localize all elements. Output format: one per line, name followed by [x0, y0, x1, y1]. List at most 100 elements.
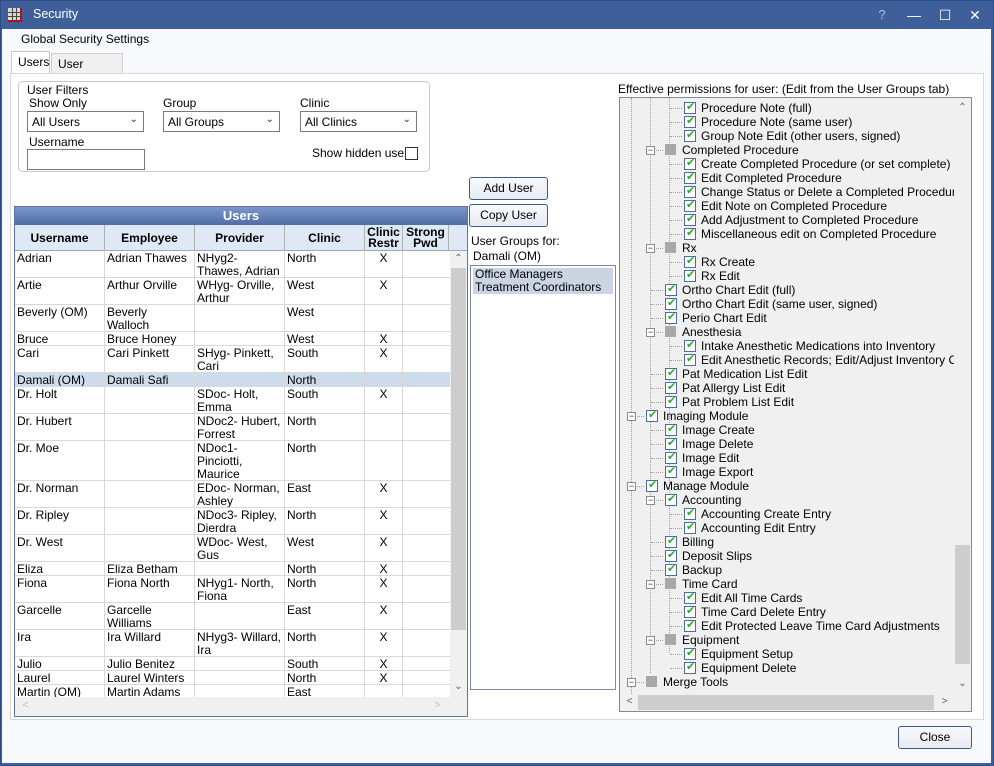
tab-users[interactable]: Users: [11, 51, 50, 73]
checked-checkbox-icon[interactable]: ✔: [665, 311, 677, 324]
user-row[interactable]: Dr. Ripley NDoc3- Ripley, Dierdra North X: [15, 508, 451, 535]
checked-checkbox-icon[interactable]: ✔: [665, 297, 677, 310]
maximize-button[interactable]: ☐: [929, 1, 961, 29]
user-row[interactable]: Martin (OM) Martin Adams East: [15, 685, 451, 697]
scroll-right-icon[interactable]: >: [936, 696, 953, 707]
user-row[interactable]: Ira Ira Willard NHyg3- Willard, Ira North X: [15, 630, 451, 657]
checked-checkbox-icon[interactable]: ✔: [684, 227, 696, 240]
checked-checkbox-icon[interactable]: ✔: [684, 115, 696, 128]
checked-checkbox-icon[interactable]: ✔: [684, 213, 696, 226]
collapse-icon[interactable]: −: [646, 146, 655, 155]
checked-checkbox-icon[interactable]: ✔: [684, 199, 696, 212]
user-row[interactable]: Beverly (OM) Beverly Walloch West: [15, 305, 451, 332]
user-row[interactable]: Dr. Norman EDoc- Norman, Ashley East X: [15, 481, 451, 508]
menu-global-security-settings[interactable]: Global Security Settings: [21, 32, 149, 46]
user-row[interactable]: Eliza Eliza Betham North X: [15, 562, 451, 576]
collapse-icon[interactable]: −: [627, 678, 636, 687]
permission-node[interactable]: ✔ Equipment Setup: [620, 647, 954, 661]
permission-node[interactable]: ✔ Edit Protected Leave Time Card Adjustme…: [620, 619, 954, 633]
checked-checkbox-icon[interactable]: ✔: [665, 549, 677, 562]
clinic-dropdown[interactable]: All Clinics ⌄: [300, 111, 417, 132]
permission-node[interactable]: ✔ Image Create: [620, 423, 954, 437]
checked-checkbox-icon[interactable]: ✔: [684, 605, 696, 618]
group-dropdown[interactable]: All Groups ⌄: [163, 111, 280, 132]
user-row[interactable]: Dr. Holt SDoc- Holt, Emma South X: [15, 387, 451, 414]
permission-node[interactable]: ✔ Edit All Time Cards: [620, 591, 954, 605]
checked-checkbox-icon[interactable]: ✔: [684, 339, 696, 352]
copy-user-button[interactable]: Copy User: [469, 204, 548, 227]
permission-node[interactable]: − ✔ Manage Module: [620, 479, 954, 493]
permission-node[interactable]: − ✔ Accounting: [620, 493, 954, 507]
indeterminate-checkbox-icon[interactable]: [665, 326, 676, 337]
checked-checkbox-icon[interactable]: ✔: [646, 409, 658, 422]
permission-node[interactable]: ✔ Procedure Note (full): [620, 101, 954, 115]
permission-node[interactable]: ✔ Time Card Delete Entry: [620, 605, 954, 619]
collapse-icon[interactable]: −: [646, 636, 655, 645]
user-row[interactable]: Garcelle Garcelle Williams East X: [15, 603, 451, 630]
column-header-employee[interactable]: Employee: [105, 225, 195, 251]
column-header-strong-pwd[interactable]: Strong Pwd: [403, 225, 449, 251]
scroll-left-icon[interactable]: <: [17, 700, 34, 711]
users-grid-vertical-scrollbar[interactable]: ⌃ ⌄: [450, 251, 467, 697]
permission-node[interactable]: ✔ Change Status or Delete a Completed Pro…: [620, 185, 954, 199]
permission-node[interactable]: ✔ Backup: [620, 563, 954, 577]
permissions-tree-hscroll-thumb[interactable]: [638, 695, 934, 710]
permissions-tree-horizontal-scrollbar[interactable]: < >: [620, 694, 971, 711]
user-row[interactable]: Dr. Moe NDoc1- Pinciotti, Maurice North: [15, 441, 451, 481]
user-row[interactable]: Bruce Bruce Honey West X: [15, 332, 451, 346]
checked-checkbox-icon[interactable]: ✔: [684, 353, 696, 366]
user-row[interactable]: Cari Cari Pinkett SHyg- Pinkett, Cari South…: [15, 346, 451, 373]
users-grid-scroll-thumb[interactable]: [451, 268, 466, 630]
user-row[interactable]: Laurel Laurel Winters North X: [15, 671, 451, 685]
permissions-tree-vertical-scrollbar[interactable]: ⌃ ⌄: [954, 98, 971, 694]
permission-node[interactable]: ✔ Ortho Chart Edit (full): [620, 283, 954, 297]
column-header-clinic-restr[interactable]: Clinic Restr: [365, 225, 403, 251]
permission-node[interactable]: ✔ Edit Completed Procedure: [620, 171, 954, 185]
user-row[interactable]: Fiona Fiona North NHyg1- North, Fiona North…: [15, 576, 451, 603]
checked-checkbox-icon[interactable]: ✔: [684, 255, 696, 268]
checked-checkbox-icon[interactable]: ✔: [684, 157, 696, 170]
permission-node[interactable]: ✔ Accounting Edit Entry: [620, 521, 954, 535]
user-row[interactable]: Julio Julio Benitez South X: [15, 657, 451, 671]
checked-checkbox-icon[interactable]: ✔: [665, 381, 677, 394]
permission-node[interactable]: ✔ Create Completed Procedure (or set comp…: [620, 157, 954, 171]
checked-checkbox-icon[interactable]: ✔: [665, 395, 677, 408]
checked-checkbox-icon[interactable]: ✔: [684, 591, 696, 604]
permissions-tree[interactable]: ✔ Procedure Note (full) ✔ Procedure Note (s…: [619, 97, 972, 712]
checked-checkbox-icon[interactable]: ✔: [665, 451, 677, 464]
permission-node[interactable]: ✔ Equipment Delete: [620, 661, 954, 675]
indeterminate-checkbox-icon[interactable]: [665, 578, 676, 589]
scroll-up-icon[interactable]: ⌃: [954, 102, 971, 113]
permission-node[interactable]: − Completed Procedure: [620, 143, 954, 157]
checked-checkbox-icon[interactable]: ✔: [665, 465, 677, 478]
permission-node[interactable]: − Time Card: [620, 577, 954, 591]
user-row[interactable]: Damali (OM) Damali Safi North: [15, 373, 451, 387]
permission-node[interactable]: ✔ Accounting Create Entry: [620, 507, 954, 521]
permission-node[interactable]: − ✔ Imaging Module: [620, 409, 954, 423]
collapse-icon[interactable]: −: [646, 580, 655, 589]
permission-node[interactable]: − Merge Tools: [620, 675, 954, 689]
column-header-provider[interactable]: Provider: [195, 225, 285, 251]
indeterminate-checkbox-icon[interactable]: [646, 676, 657, 687]
permission-node[interactable]: ✔ Deposit Slips: [620, 549, 954, 563]
user-row[interactable]: Dr. Hubert NDoc2- Hubert, Forrest North: [15, 414, 451, 441]
permissions-tree-scroll-thumb[interactable]: [955, 545, 970, 664]
permission-node[interactable]: ✔ Procedure Note (same user): [620, 115, 954, 129]
permission-node[interactable]: ✔ Intake Anesthetic Medications into Inve…: [620, 339, 954, 353]
permission-node[interactable]: ✔ Pat Problem List Edit: [620, 395, 954, 409]
collapse-icon[interactable]: −: [627, 482, 636, 491]
indeterminate-checkbox-icon[interactable]: [665, 242, 676, 253]
collapse-icon[interactable]: −: [627, 412, 636, 421]
checked-checkbox-icon[interactable]: ✔: [665, 535, 677, 548]
permission-node[interactable]: − Equipment: [620, 633, 954, 647]
scroll-down-icon[interactable]: ⌄: [954, 678, 971, 689]
permission-node[interactable]: ✔ Rx Edit: [620, 269, 954, 283]
checked-checkbox-icon[interactable]: ✔: [665, 563, 677, 576]
collapse-icon[interactable]: −: [646, 496, 655, 505]
permission-node[interactable]: ✔ Group Note Edit (other users, signed): [620, 129, 954, 143]
checked-checkbox-icon[interactable]: ✔: [684, 185, 696, 198]
scroll-up-icon[interactable]: ⌃: [450, 253, 467, 264]
indeterminate-checkbox-icon[interactable]: [665, 634, 676, 645]
checked-checkbox-icon[interactable]: ✔: [665, 283, 677, 296]
scroll-right-icon[interactable]: >: [429, 700, 446, 711]
